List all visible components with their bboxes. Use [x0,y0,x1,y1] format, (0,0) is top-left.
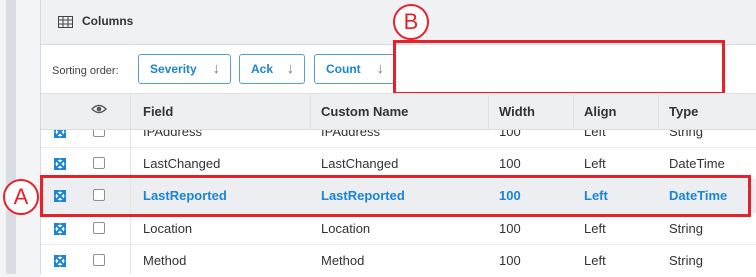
cell-custom-name: Location [321,221,371,236]
cell-type: String [669,253,703,268]
cell-align: Left [584,253,606,268]
table-row[interactable]: Method Method 100 Left String [41,245,756,277]
eye-icon[interactable] [91,103,107,115]
sort-button-label: Ack [251,62,274,76]
arrow-down-icon: ↓ [212,60,221,77]
table-header-sticky: Field Custom Name Width Align Type [41,93,756,130]
column-divider [658,94,659,129]
cell-align: Left [584,156,606,171]
cell-field: Location [143,221,193,236]
annotation-b-marker: B [393,4,429,40]
visibility-checkbox[interactable] [93,157,105,169]
cell-custom-name: Method [321,253,365,268]
drag-arrows-icon[interactable] [52,221,68,237]
cell-custom-name: LastChanged [321,156,399,171]
cell-type: String [669,221,703,236]
drag-arrows-icon[interactable] [52,253,68,269]
sorting-order-label: Sorting order: [52,65,119,77]
left-rail [0,0,26,274]
cell-width: 100 [499,156,521,171]
visibility-checkbox[interactable] [93,254,105,266]
arrow-down-icon: ↓ [376,60,385,77]
sort-count-button[interactable]: Count ↓ [314,54,395,84]
column-divider [130,94,131,129]
column-header-type[interactable]: Type [669,104,698,119]
cell-align: Left [584,221,606,236]
annotation-a-marker: A [3,179,39,215]
cell-width: 100 [499,221,521,236]
arrow-down-icon: ↓ [286,60,295,77]
panel-title: Columns [82,14,134,28]
column-header-custom-name[interactable]: Custom Name [321,104,408,119]
drag-arrows-icon[interactable] [52,156,68,172]
column-header-field[interactable]: Field [143,104,173,119]
column-header-width[interactable]: Width [499,104,535,119]
grid-icon [58,16,73,28]
left-scrollbar[interactable] [6,0,16,274]
column-divider [573,94,574,129]
table-row[interactable]: Location Location 100 Left String [41,213,756,245]
column-divider [310,94,311,129]
sort-severity-button[interactable]: Severity ↓ [138,54,231,84]
cell-field: LastChanged [143,156,221,171]
annotation-b-highlight [393,40,725,95]
annotation-a-highlight [40,175,751,217]
visibility-checkbox[interactable] [93,222,105,234]
column-header-align[interactable]: Align [584,104,617,119]
cell-width: 100 [499,253,521,268]
sort-button-label: Severity [150,62,197,76]
cell-field: Method [143,253,187,268]
sort-ack-button[interactable]: Ack ↓ [239,54,305,84]
column-divider [488,94,489,129]
sort-button-label: Count [326,62,361,76]
cell-type: DateTime [669,156,725,171]
